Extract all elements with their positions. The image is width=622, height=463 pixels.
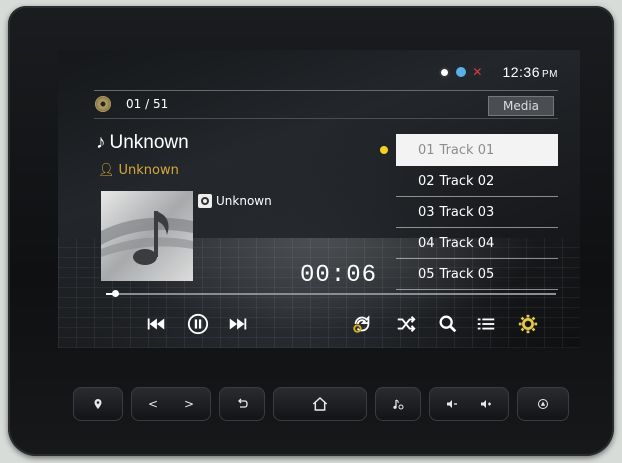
previous-icon — [147, 318, 165, 330]
section-divider — [94, 118, 558, 119]
track-counter: 01 / 51 — [126, 97, 169, 111]
track-name: Track 01 — [439, 142, 495, 158]
track-title: ♪ Unknown — [96, 132, 189, 154]
music-icon — [393, 399, 404, 410]
disc-icon — [95, 96, 111, 112]
clock-ampm: PM — [542, 69, 558, 80]
track-artist-text: Unknown — [118, 163, 179, 178]
search-button[interactable] — [434, 310, 462, 338]
home-button[interactable] — [273, 387, 367, 421]
back-button[interactable] — [219, 387, 265, 421]
music-note-icon: ♪ — [96, 132, 106, 153]
power-icon — [538, 399, 548, 409]
progress-knob[interactable] — [112, 290, 119, 297]
shuffle-button[interactable] — [392, 310, 420, 338]
repeat-button[interactable] — [348, 310, 376, 338]
playback-controls — [58, 310, 580, 338]
back-icon — [238, 398, 248, 408]
pause-icon — [187, 313, 209, 335]
track-name: Track 03 — [439, 204, 495, 220]
track-title-text: Unknown — [109, 132, 189, 153]
next-button[interactable] — [224, 310, 252, 338]
track-number: 04 — [418, 235, 435, 251]
location-icon — [94, 399, 102, 409]
clock: 12:36 PM — [502, 64, 558, 80]
track-number: 05 — [418, 266, 435, 282]
phone-muted-icon: ✕ — [472, 65, 483, 79]
track-number: 02 — [418, 173, 435, 189]
source-button[interactable]: Media — [488, 96, 554, 116]
volume-buttons — [429, 387, 509, 421]
track-number: 03 — [418, 204, 435, 220]
track-row[interactable]: 02 Track 02 — [396, 166, 558, 197]
music-button[interactable] — [375, 387, 421, 421]
track-number: 01 — [418, 142, 435, 158]
power-button[interactable] — [517, 387, 569, 421]
shuffle-icon — [397, 316, 416, 332]
settings-button[interactable] — [514, 310, 542, 338]
gps-icon — [439, 66, 451, 78]
elapsed-time: 00:06 — [300, 262, 378, 289]
track-name: Track 02 — [439, 173, 495, 189]
clock-time: 12:36 — [502, 64, 540, 80]
header-divider — [94, 90, 558, 91]
search-icon — [439, 315, 457, 333]
track-list: 01 Track 01 02 Track 02 03 Track 03 04 Track 04… — [380, 134, 558, 290]
person-icon: 👤︎ — [98, 163, 115, 178]
nav-arrows-button: < > — [131, 387, 211, 421]
home-icon — [312, 397, 328, 411]
track-row[interactable]: 05 Track 05 — [396, 259, 558, 290]
bluetooth-icon — [456, 67, 467, 77]
album-name: Unknown — [216, 194, 272, 208]
list-icon — [477, 318, 495, 330]
settings-icon — [518, 314, 538, 334]
track-row[interactable]: 03 Track 03 — [396, 197, 558, 228]
infotainment-screen: ✕ 12:36 PM 01 / 51 Media ♪ Unknown 👤︎ Unk… — [58, 50, 580, 348]
album-icon — [198, 194, 212, 208]
next-icon — [229, 318, 247, 330]
status-bar: ✕ 12:36 PM — [439, 64, 558, 80]
track-artist: 👤︎ Unknown — [98, 163, 179, 178]
album-line: Unknown — [198, 194, 272, 208]
now-playing-dot-icon — [380, 146, 388, 154]
left-arrow-icon[interactable]: < — [148, 397, 158, 411]
track-name: Track 04 — [439, 235, 495, 251]
repeat-icon — [353, 315, 370, 333]
music-note-art-icon — [101, 211, 193, 265]
hardware-button-bar: < > — [73, 387, 579, 423]
volume-up-icon[interactable] — [480, 398, 492, 410]
album-art — [101, 191, 193, 281]
track-row[interactable]: 01 Track 01 — [380, 134, 558, 166]
volume-down-icon[interactable] — [446, 398, 458, 410]
progress-bar[interactable] — [106, 290, 556, 297]
list-button[interactable] — [472, 310, 500, 338]
track-name: Track 05 — [439, 266, 495, 282]
previous-button[interactable] — [142, 310, 170, 338]
right-arrow-icon[interactable]: > — [184, 397, 194, 411]
location-button[interactable] — [73, 387, 123, 421]
track-row[interactable]: 04 Track 04 — [396, 228, 558, 259]
pause-button[interactable] — [184, 310, 212, 338]
